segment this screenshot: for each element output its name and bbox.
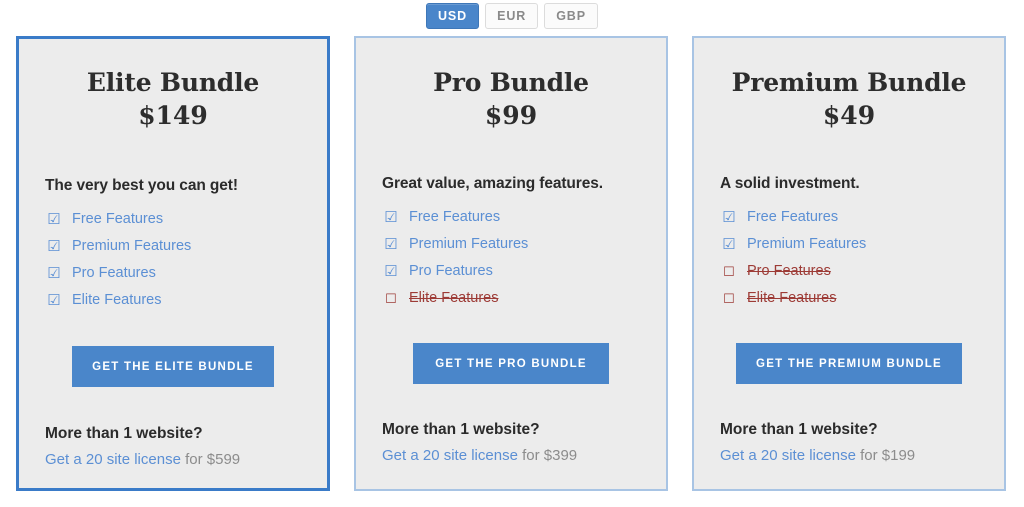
feature-item: ☑ Pro Features — [382, 258, 640, 285]
purchase-button[interactable]: GET THE PRO BUNDLE — [413, 343, 609, 384]
card-tagline: The very best you can get! — [45, 177, 301, 195]
checkbox-checked-icon: ☑ — [720, 237, 738, 252]
checkbox-checked-icon: ☑ — [45, 212, 63, 227]
feature-item: ☑ Free Features — [382, 204, 640, 231]
cta-container: GET THE PREMIUM BUNDLE — [720, 343, 978, 384]
feature-label: Premium Features — [747, 236, 866, 252]
feature-item: ☑ Free Features — [720, 204, 978, 231]
feature-list: ☑ Free Features ☑ Premium Features ☑ Pro Feat… — [45, 206, 301, 314]
feature-item: ☑ Premium Features — [720, 231, 978, 258]
feature-item: ☐ Elite Features — [382, 285, 640, 312]
card-header: Elite Bundle$149 — [45, 39, 301, 131]
feature-item: ☐ Elite Features — [720, 285, 978, 312]
currency-button-usd[interactable]: USD — [426, 3, 479, 29]
feature-list: ☑ Free Features ☑ Premium Features ☑ Pro Feat… — [382, 204, 640, 312]
feature-label: Pro Features — [409, 263, 493, 279]
checkbox-unchecked-icon: ☐ — [720, 292, 738, 305]
checkbox-unchecked-icon: ☐ — [720, 265, 738, 278]
bundle-name: Premium Bundle — [720, 68, 978, 98]
pricing-card-list: Elite Bundle$149 The very best you can ge… — [16, 36, 1008, 491]
multisite-question: More than 1 website? — [45, 425, 301, 443]
feature-list: ☑ Free Features ☑ Premium Features ☐ Pro Feat… — [720, 204, 978, 312]
feature-label: Pro Features — [747, 263, 831, 279]
currency-button-gbp[interactable]: GBP — [544, 3, 598, 29]
feature-label: Premium Features — [409, 236, 528, 252]
feature-label: Elite Features — [72, 292, 161, 308]
bundle-name: Pro Bundle — [382, 68, 640, 98]
purchase-button[interactable]: GET THE PREMIUM BUNDLE — [736, 343, 962, 384]
checkbox-checked-icon: ☑ — [382, 264, 400, 279]
site-license-link[interactable]: Get a 20 site license — [382, 447, 518, 464]
multisite-question: More than 1 website? — [720, 421, 978, 439]
feature-item: ☐ Pro Features — [720, 258, 978, 285]
card-header: Pro Bundle$99 — [382, 38, 640, 131]
purchase-button[interactable]: GET THE ELITE BUNDLE — [72, 346, 274, 387]
multisite-question: More than 1 website? — [382, 421, 640, 439]
multisite-offer: Get a 20 site license for $399 — [382, 447, 640, 464]
feature-item: ☑ Elite Features — [45, 287, 301, 314]
checkbox-checked-icon: ☑ — [382, 210, 400, 225]
bundle-price: $99 — [382, 100, 640, 131]
feature-label: Free Features — [409, 209, 500, 225]
multisite-offer: Get a 20 site license for $599 — [45, 451, 301, 468]
checkbox-checked-icon: ☑ — [45, 239, 63, 254]
site-license-link[interactable]: Get a 20 site license — [45, 451, 181, 468]
bundle-price: $49 — [720, 100, 978, 131]
checkbox-checked-icon: ☑ — [45, 266, 63, 281]
checkbox-checked-icon: ☑ — [45, 293, 63, 308]
checkbox-unchecked-icon: ☐ — [382, 292, 400, 305]
currency-button-eur[interactable]: EUR — [485, 3, 538, 29]
currency-switcher: USDEURGBP — [0, 3, 1024, 29]
feature-label: Premium Features — [72, 238, 191, 254]
site-license-price: for $399 — [518, 447, 577, 464]
multisite-offer: Get a 20 site license for $199 — [720, 447, 978, 464]
feature-item: ☑ Premium Features — [382, 231, 640, 258]
feature-label: Free Features — [72, 211, 163, 227]
bundle-price: $149 — [45, 100, 301, 131]
checkbox-checked-icon: ☑ — [382, 237, 400, 252]
bundle-name: Elite Bundle — [45, 68, 301, 98]
feature-item: ☑ Pro Features — [45, 260, 301, 287]
card-tagline: Great value, amazing features. — [382, 175, 640, 193]
site-license-link[interactable]: Get a 20 site license — [720, 447, 856, 464]
feature-item: ☑ Free Features — [45, 206, 301, 233]
site-license-price: for $599 — [181, 451, 240, 468]
pricing-card: Premium Bundle$49 A solid investment. ☑ Fre… — [692, 36, 1006, 491]
checkbox-checked-icon: ☑ — [720, 210, 738, 225]
feature-label: Elite Features — [409, 290, 498, 306]
cta-container: GET THE ELITE BUNDLE — [45, 346, 301, 387]
feature-label: Elite Features — [747, 290, 836, 306]
pricing-card: Elite Bundle$149 The very best you can ge… — [16, 36, 330, 491]
feature-label: Free Features — [747, 209, 838, 225]
feature-item: ☑ Premium Features — [45, 233, 301, 260]
pricing-card: Pro Bundle$99 Great value, amazing featur… — [354, 36, 668, 491]
card-tagline: A solid investment. — [720, 175, 978, 193]
site-license-price: for $199 — [856, 447, 915, 464]
feature-label: Pro Features — [72, 265, 156, 281]
card-header: Premium Bundle$49 — [720, 38, 978, 131]
pricing-page: USDEURGBP Elite Bundle$149 The very best … — [0, 0, 1024, 507]
cta-container: GET THE PRO BUNDLE — [382, 343, 640, 384]
